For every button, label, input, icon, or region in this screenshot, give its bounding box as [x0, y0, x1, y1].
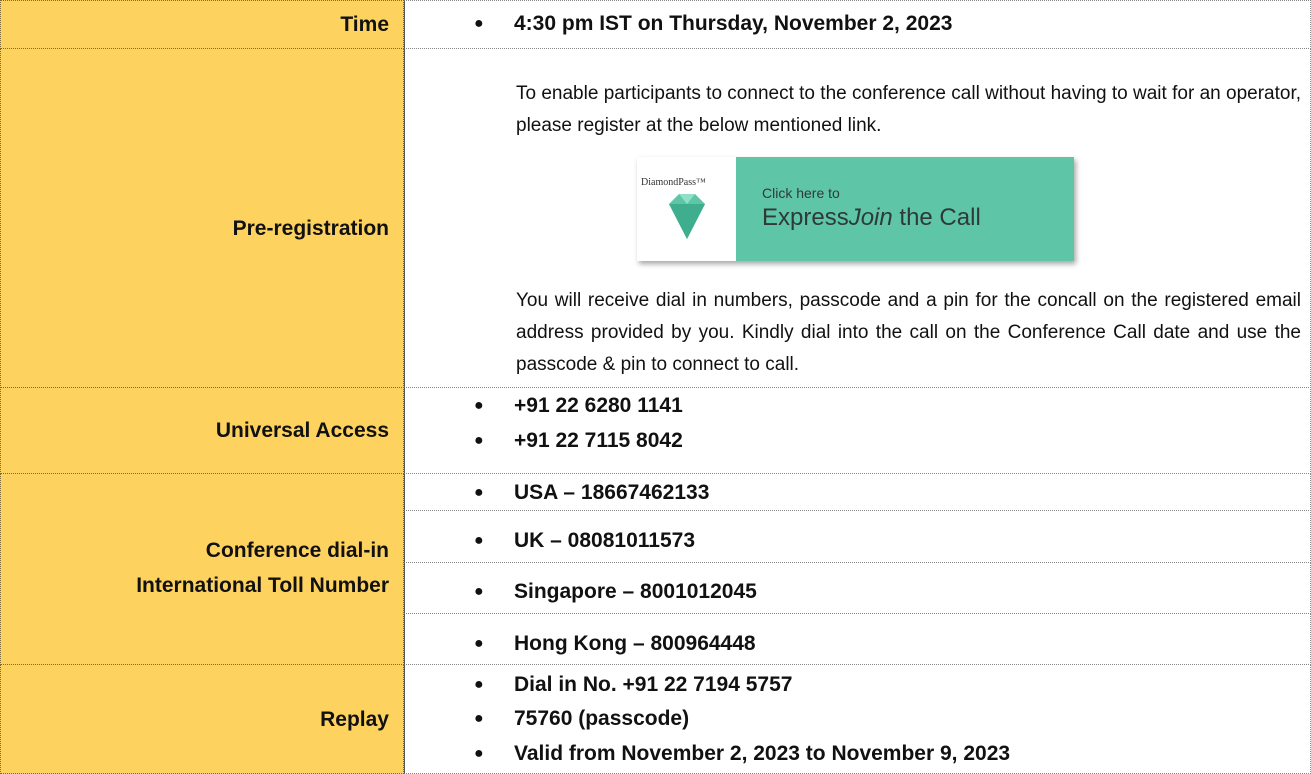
- conference-item: ● Singapore – 8001012045: [474, 575, 757, 608]
- universal-label-cell: Universal Access: [0, 387, 404, 474]
- replay-item: ● 75760 (passcode): [474, 702, 689, 735]
- bullet-icon: ●: [474, 432, 484, 449]
- conference-label-line1: Conference dial-in: [205, 539, 389, 562]
- time-label: Time: [340, 13, 389, 36]
- bullet-icon: ●: [474, 583, 484, 600]
- conference-item: ● USA – 18667462133: [474, 476, 709, 509]
- bullet-icon: ●: [474, 397, 484, 414]
- banner-small-text: Click here to: [762, 185, 840, 201]
- replay-label-cell: Replay: [0, 664, 404, 774]
- bullet-icon: ●: [474, 484, 484, 501]
- replay-item: ● Dial in No. +91 22 7194 5757: [474, 668, 792, 701]
- expressjoin-banner-link[interactable]: DiamondPass™ Click here to ExpressJoin t…: [637, 157, 1074, 261]
- prereg-label-cell: Pre-registration: [0, 48, 404, 388]
- prereg-intro-text: To enable participants to connect to the…: [516, 83, 1301, 136]
- universal-label: Universal Access: [215, 419, 389, 442]
- conference-label-cell: Conference dial-in International Toll Nu…: [0, 473, 404, 665]
- concall-details-table: Time ● 4:30 pm IST on Thursday, November …: [0, 0, 1311, 774]
- time-label-cell: Time: [0, 0, 404, 49]
- diamondpass-logo: DiamondPass™: [637, 157, 736, 261]
- bullet-icon: ●: [474, 745, 484, 762]
- bullet-icon: ●: [474, 532, 484, 549]
- prereg-label: Pre-registration: [232, 217, 389, 240]
- bullet-icon: ●: [474, 676, 484, 693]
- banner-big-text: ExpressJoin the Call: [762, 204, 981, 231]
- conference-item: ● UK – 08081011573: [474, 524, 695, 557]
- banner-teal-panel: Click here to ExpressJoin the Call: [736, 157, 1074, 261]
- conference-label-line2: International Toll Number: [136, 574, 389, 597]
- replay-label: Replay: [320, 708, 389, 731]
- time-item: ● 4:30 pm IST on Thursday, November 2, 20…: [474, 7, 952, 40]
- prereg-info-text: You will receive dial in numbers, passco…: [516, 290, 1301, 375]
- bullet-icon: ●: [474, 15, 484, 32]
- conference-item: ● Hong Kong – 800964448: [474, 627, 756, 660]
- replay-item: ● Valid from November 2, 2023 to November…: [474, 737, 1010, 770]
- bullet-icon: ●: [474, 710, 484, 727]
- universal-item: ● +91 22 7115 8042: [474, 424, 683, 457]
- bullet-icon: ●: [474, 635, 484, 652]
- universal-item: ● +91 22 6280 1141: [474, 389, 683, 422]
- diamond-icon: [669, 194, 705, 239]
